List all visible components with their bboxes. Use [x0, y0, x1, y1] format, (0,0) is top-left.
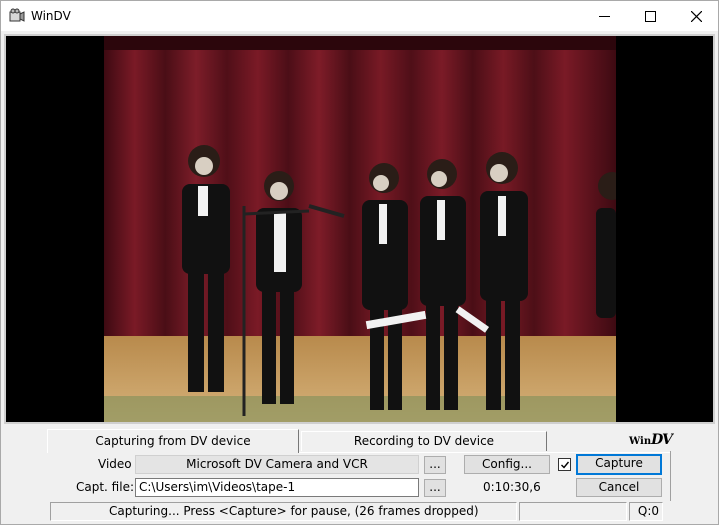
video-label: Video	[98, 457, 132, 471]
queue-status: Q:0	[629, 502, 663, 521]
video-device-field[interactable]: Microsoft DV Camera and VCR	[135, 455, 419, 474]
timecode-display: 0:10:30,6	[483, 480, 541, 494]
capt-file-browse-button[interactable]: ...	[424, 479, 446, 497]
camera-icon	[9, 8, 25, 22]
close-button[interactable]	[673, 1, 719, 31]
video-device-browse-button[interactable]: ...	[424, 456, 446, 474]
tab-capturing[interactable]: Capturing from DV device	[47, 429, 299, 453]
capture-checkbox[interactable]	[558, 458, 571, 471]
minimize-button[interactable]	[581, 1, 627, 31]
video-preview	[4, 34, 715, 424]
checkmark-icon	[560, 461, 569, 469]
capt-file-input[interactable]: C:\Users\im\Videos\tape-1	[135, 478, 419, 497]
close-icon	[690, 10, 702, 22]
minimize-icon	[598, 15, 610, 17]
tab-recording[interactable]: Recording to DV device	[301, 431, 547, 451]
status-middle	[519, 502, 627, 521]
windv-window: WinDV Capturing from DV device Recording…	[0, 0, 719, 525]
config-button[interactable]: Config...	[464, 455, 550, 474]
cancel-button[interactable]: Cancel	[576, 478, 662, 497]
video-frame-image	[104, 36, 616, 422]
windv-logo: WinDV	[629, 432, 673, 448]
title-bar: WinDV	[1, 1, 718, 31]
capt-file-label: Capt. file:	[76, 480, 135, 494]
status-message: Capturing... Press <Capture> for pause, …	[50, 502, 517, 521]
maximize-button[interactable]	[627, 1, 673, 31]
window-title: WinDV	[31, 9, 71, 23]
tab-divider	[299, 452, 671, 453]
capture-button[interactable]: Capture	[576, 454, 662, 475]
maximize-icon	[644, 10, 656, 22]
capture-panel: Capturing from DV device Recording to DV…	[1, 425, 718, 524]
panel-right-edge	[670, 451, 671, 501]
